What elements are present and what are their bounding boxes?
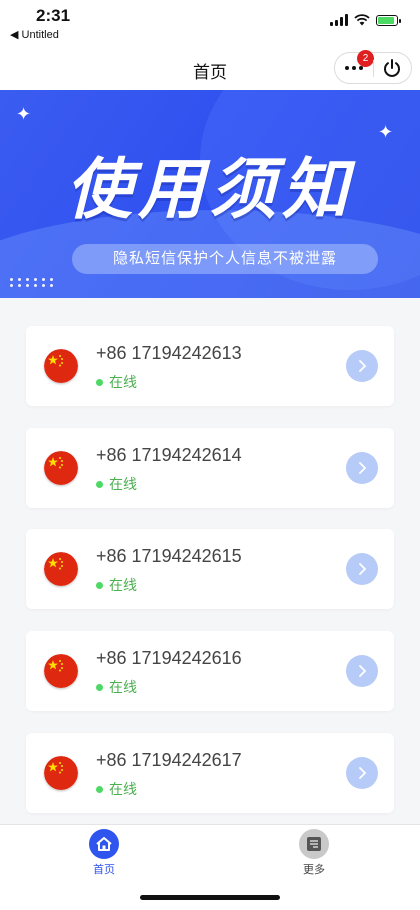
phone-number: +86 17194242617: [96, 750, 242, 770]
more-options-button[interactable]: 2: [335, 50, 374, 83]
status-dot-icon: [96, 480, 103, 488]
status-dot-icon: [96, 683, 103, 691]
china-flag-icon: [44, 349, 78, 383]
number-card[interactable]: +86 17194242615 在线: [26, 529, 394, 609]
wifi-icon: [354, 14, 370, 26]
china-flag-icon: [44, 451, 78, 485]
back-to-app-link[interactable]: ◀ Untitled: [10, 28, 59, 41]
banner-subtitle: 隐私短信保护个人信息不被泄露: [72, 244, 378, 274]
open-number-button[interactable]: [346, 553, 378, 585]
signal-icon: [330, 14, 348, 26]
notice-banner[interactable]: ✦ ✦ 使用须知 隐私短信保护个人信息不被泄露: [0, 90, 420, 298]
status-dot-icon: [96, 581, 103, 589]
home-indicator: [140, 895, 280, 900]
tab-home[interactable]: 首页: [74, 829, 134, 877]
chevron-right-icon: [359, 360, 367, 372]
more-dots-icon: [345, 66, 363, 70]
number-card[interactable]: +86 17194242614 在线: [26, 428, 394, 508]
open-number-button[interactable]: [346, 350, 378, 382]
status-time: 2:31: [36, 6, 71, 25]
phone-number: +86 17194242615: [96, 546, 242, 566]
chevron-right-icon: [359, 767, 367, 779]
status-bar: 2:31 ◀ Untitled: [0, 0, 420, 46]
china-flag-icon: [44, 654, 78, 688]
status-dot-icon: [96, 378, 103, 386]
open-number-button[interactable]: [346, 452, 378, 484]
tab-more[interactable]: 更多: [284, 829, 344, 877]
number-card[interactable]: +86 17194242617 在线: [26, 733, 394, 813]
chevron-right-icon: [359, 665, 367, 677]
phone-number: +86 17194242613: [96, 343, 242, 363]
close-button[interactable]: [373, 53, 411, 83]
online-status: 在线: [96, 474, 137, 494]
online-status: 在线: [96, 372, 137, 392]
chevron-right-icon: [359, 563, 367, 575]
online-status: 在线: [96, 677, 137, 697]
tab-home-label: 首页: [93, 864, 115, 876]
banner-title: 使用须知: [66, 152, 354, 226]
dot-pattern: [10, 278, 54, 287]
status-dot-icon: [96, 785, 103, 793]
china-flag-icon: [44, 552, 78, 586]
phone-number: +86 17194242616: [96, 648, 242, 668]
sparkle-icon: ✦: [16, 104, 32, 124]
home-icon: [89, 829, 119, 859]
online-status: 在线: [96, 779, 137, 799]
open-number-button[interactable]: [346, 655, 378, 687]
power-icon: [384, 59, 400, 77]
mini-program-capsule: 2: [334, 50, 412, 84]
china-flag-icon: [44, 756, 78, 790]
more-menu-icon: [299, 829, 329, 859]
number-card[interactable]: +86 17194242616 在线: [26, 631, 394, 711]
tab-more-label: 更多: [303, 864, 325, 876]
navigation-bar: 首页 2: [0, 46, 420, 90]
status-icons: [330, 14, 401, 26]
phone-number: +86 17194242614: [96, 445, 242, 465]
number-card[interactable]: +86 17194242613 在线: [26, 326, 394, 406]
chevron-right-icon: [359, 462, 367, 474]
battery-icon: [376, 14, 401, 26]
notification-badge: 2: [357, 50, 374, 67]
open-number-button[interactable]: [346, 757, 378, 789]
online-status: 在线: [96, 575, 137, 595]
tab-bar: 首页 更多: [0, 824, 420, 910]
